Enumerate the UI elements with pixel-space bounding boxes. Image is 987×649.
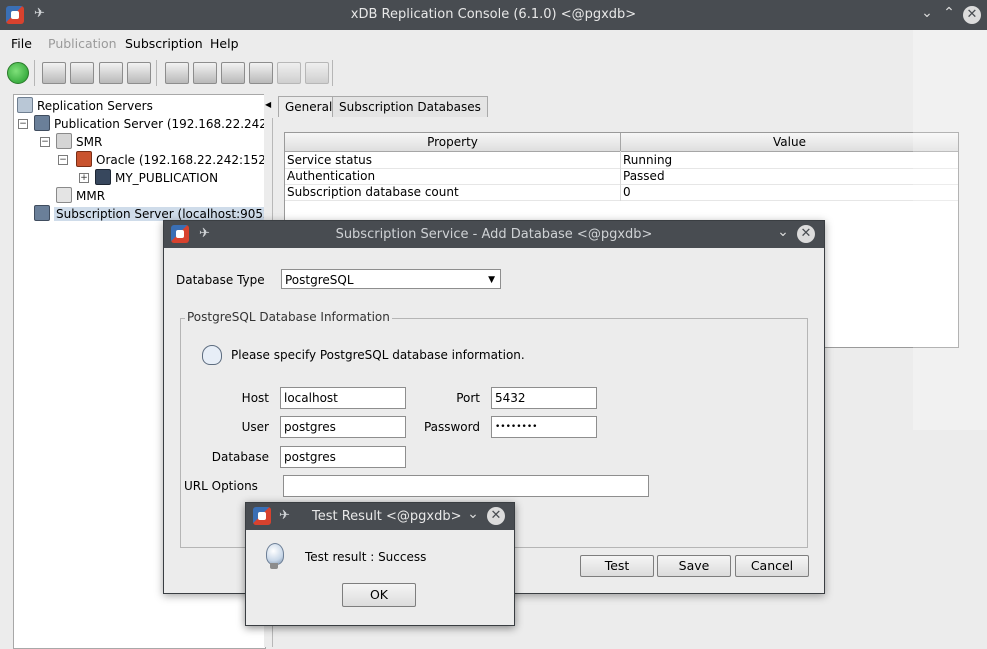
info-text: Please specify PostgreSQL database infor… — [231, 348, 525, 362]
tree-item-smr[interactable]: SMR — [56, 133, 102, 150]
tree-label: Publication Server (192.168.22.242:90 — [54, 117, 287, 131]
add-subscription-icon[interactable] — [277, 62, 301, 84]
database-type-label: Database Type — [176, 273, 265, 287]
tree-item-mmr[interactable]: MMR — [56, 187, 105, 204]
refresh-icon[interactable] — [7, 62, 29, 84]
publication-server-icon — [34, 115, 50, 131]
publication-icon — [95, 169, 111, 185]
chevron-down-icon: ▼ — [488, 275, 495, 285]
column-header-property[interactable]: Property — [285, 133, 621, 152]
collapse-icon[interactable]: − — [40, 137, 50, 147]
password-field[interactable]: •••••••• — [491, 416, 597, 438]
table-cell: Service status — [285, 152, 620, 169]
test-result-dialog: ✈ Test Result <@pgxdb> ⌄ ✕ Test result :… — [245, 502, 515, 626]
user-field[interactable]: postgres — [280, 416, 406, 438]
tree-item-root[interactable]: Replication Servers — [17, 97, 153, 114]
database-type-value: PostgreSQL — [285, 273, 354, 287]
tree-item-publication[interactable]: MY_PUBLICATION — [95, 169, 218, 186]
group-title: PostgreSQL Database Information — [185, 310, 392, 324]
password-label: Password — [423, 420, 480, 434]
servers-icon — [17, 97, 33, 113]
tree-label: MMR — [76, 189, 106, 203]
table-cell: Authentication — [285, 168, 620, 185]
menu-file[interactable]: File — [11, 36, 32, 51]
minimize-icon[interactable]: ⌄ — [774, 224, 792, 240]
mmr-icon — [56, 187, 72, 203]
database-field[interactable]: postgres — [280, 446, 406, 468]
tree-label: Subscription Server (localhost:9052) — [54, 207, 278, 221]
tree-label: MY_PUBLICATION — [115, 171, 219, 185]
url-options-field[interactable] — [283, 475, 649, 497]
add-server-icon[interactable] — [42, 62, 66, 84]
dialog-title: Test Result <@pgxdb> — [312, 509, 462, 524]
table-cell: 0 — [621, 184, 958, 201]
pin-icon[interactable]: ✈ — [279, 508, 290, 523]
remove-server-icon[interactable] — [70, 62, 94, 84]
cancel-button[interactable]: Cancel — [735, 555, 809, 577]
column-header-value[interactable]: Value — [621, 133, 958, 152]
server-refresh-icon[interactable] — [127, 62, 151, 84]
tree-label: SMR — [76, 135, 103, 149]
expand-icon[interactable]: + — [79, 173, 89, 183]
tab-general[interactable]: General — [278, 96, 340, 117]
postgresql-elephant-icon — [202, 345, 222, 365]
database-label: Database — [211, 450, 269, 464]
collapse-icon[interactable]: − — [18, 119, 28, 129]
collapse-icon[interactable]: − — [58, 155, 68, 165]
subscription-server-icon — [34, 205, 50, 221]
lightbulb-icon — [266, 543, 284, 569]
minimize-icon[interactable]: ⌄ — [464, 506, 482, 522]
toolbar-separator — [34, 60, 35, 86]
menu-bar: File Publication Subscription Help — [0, 30, 987, 56]
database-settings-icon[interactable] — [221, 62, 245, 84]
dialog-titlebar: ✈ Subscription Service - Add Database <@… — [164, 221, 824, 248]
database-type-select[interactable]: PostgreSQL ▼ — [281, 269, 501, 289]
test-result-message: Test result : Success — [305, 550, 427, 564]
minimize-icon[interactable]: ⌄ — [918, 5, 936, 21]
host-field[interactable]: localhost — [280, 387, 406, 409]
port-field[interactable]: 5432 — [491, 387, 597, 409]
remove-database-icon[interactable] — [193, 62, 217, 84]
table-cell: Subscription database count — [285, 184, 620, 201]
test-button[interactable]: Test — [580, 555, 654, 577]
remove-subscription-icon[interactable] — [305, 62, 329, 84]
column-divider — [620, 151, 621, 201]
host-label: Host — [241, 391, 269, 405]
tab-subscription-databases[interactable]: Subscription Databases — [332, 96, 488, 117]
tree-label: Oracle (192.168.22.242:1521:D — [96, 153, 287, 167]
ok-button[interactable]: OK — [342, 583, 416, 607]
save-button[interactable]: Save — [657, 555, 731, 577]
menu-help[interactable]: Help — [210, 36, 239, 51]
window-title: xDB Replication Console (6.1.0) <@pgxdb> — [350, 7, 637, 22]
dialog-title: Subscription Service - Add Database <@pg… — [335, 227, 653, 242]
url-options-label: URL Options — [184, 479, 258, 493]
tab-bar: General Subscription Databases — [272, 94, 987, 118]
user-label: User — [241, 420, 269, 434]
smr-icon — [56, 133, 72, 149]
splitter-arrow-icon[interactable]: ◀ — [265, 100, 271, 109]
maximize-icon[interactable]: ⌃ — [940, 5, 958, 21]
tree-item-oracle[interactable]: Oracle (192.168.22.242:1521:D — [76, 151, 287, 168]
menu-publication[interactable]: Publication — [48, 36, 117, 51]
dialog-titlebar: ✈ Test Result <@pgxdb> ⌄ ✕ — [246, 503, 514, 530]
tree-label: Replication Servers — [37, 99, 153, 113]
server-properties-icon[interactable] — [99, 62, 123, 84]
menu-subscription[interactable]: Subscription — [125, 36, 203, 51]
toolbar-separator — [332, 60, 333, 86]
toolbar-separator — [156, 60, 157, 86]
port-label: Port — [456, 391, 480, 405]
table-cell: Passed — [621, 168, 958, 185]
close-icon[interactable]: ✕ — [487, 507, 505, 525]
main-titlebar: ✈ xDB Replication Console (6.1.0) <@pgxd… — [0, 0, 987, 30]
table-cell: Running — [621, 152, 958, 169]
tree-item-publication-server[interactable]: Publication Server (192.168.22.242:90 — [34, 115, 286, 132]
background-overlay — [913, 30, 987, 430]
add-database-icon[interactable] — [165, 62, 189, 84]
oracle-database-icon — [76, 151, 92, 167]
close-icon[interactable]: ✕ — [963, 6, 981, 24]
close-icon[interactable]: ✕ — [797, 225, 815, 243]
app-icon[interactable] — [253, 507, 271, 525]
database-sync-icon[interactable] — [249, 62, 273, 84]
